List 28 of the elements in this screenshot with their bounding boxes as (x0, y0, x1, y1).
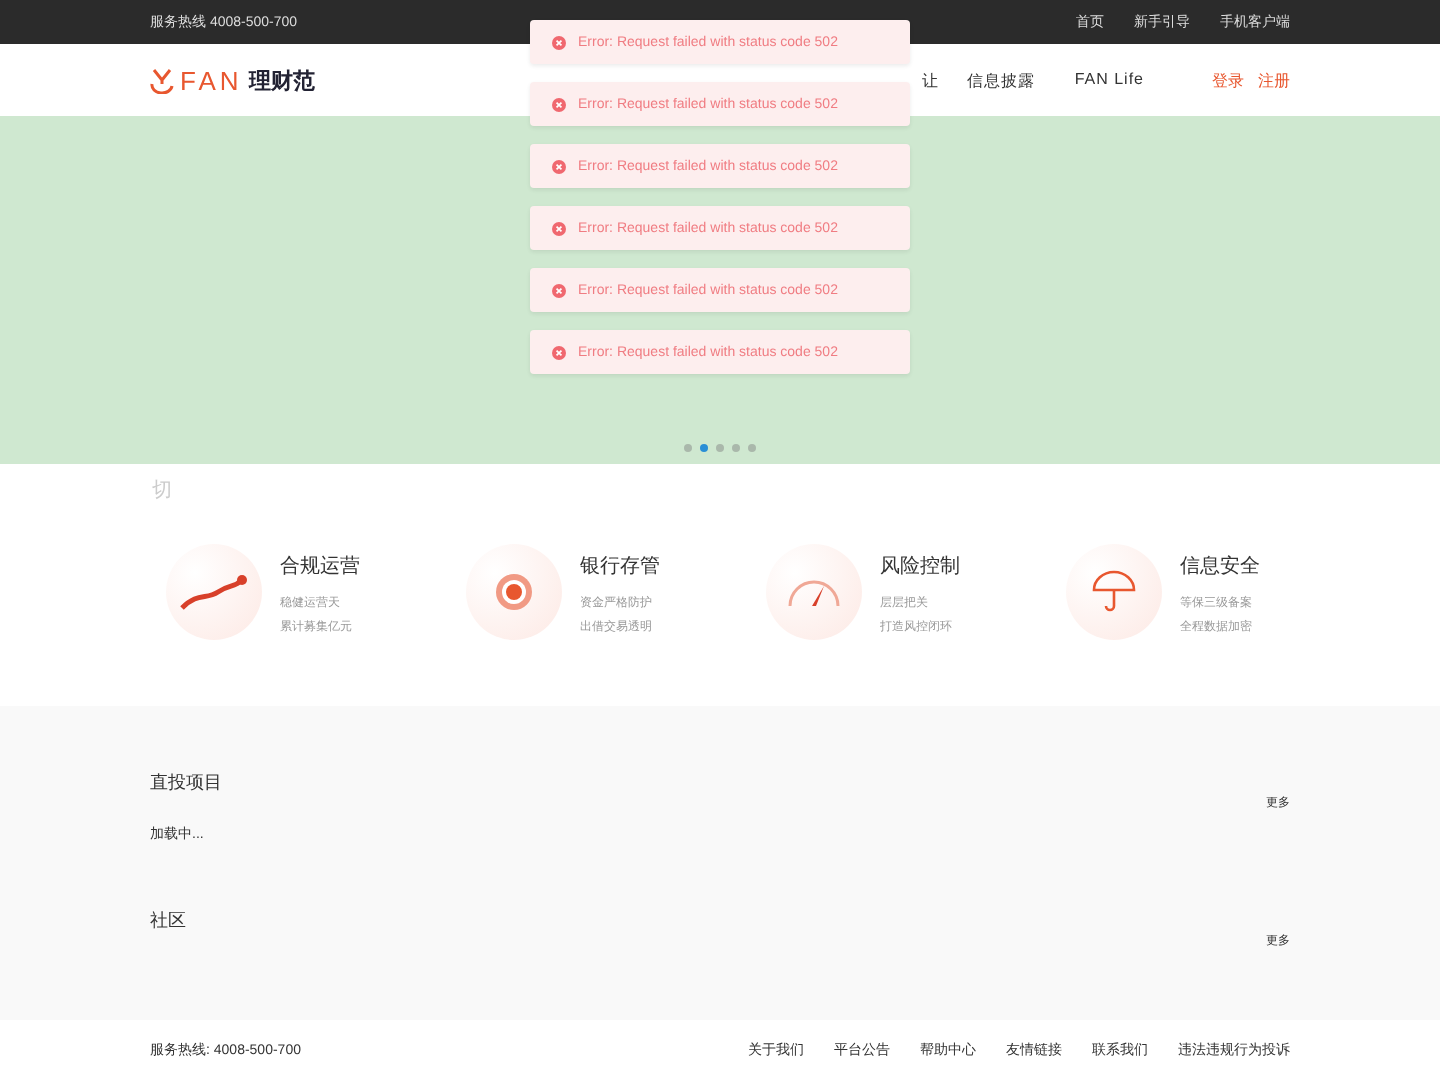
error-icon (552, 221, 566, 235)
feature-title: 合规运营 (280, 553, 360, 580)
nav-link[interactable]: FAN Life (1074, 69, 1144, 91)
carousel-dot[interactable] (748, 444, 756, 452)
nav-link[interactable]: 信息披露 (966, 69, 1035, 91)
feature-title: 信息安全 (1180, 553, 1260, 580)
auth-link[interactable]: 注册 (1258, 69, 1290, 91)
error-icon (552, 283, 566, 297)
carousel-dot[interactable] (732, 444, 740, 452)
carousel-dot[interactable] (684, 444, 692, 452)
auth-link[interactable]: 登录 (1212, 69, 1244, 91)
error-icon (552, 159, 566, 173)
trend-line-icon (178, 572, 250, 612)
logo-text: FAN (180, 65, 243, 95)
carousel-dot[interactable] (716, 444, 724, 452)
umbrella-icon (1092, 570, 1136, 614)
error-icon (552, 35, 566, 49)
error-icon (552, 97, 566, 111)
gauge-icon (786, 576, 842, 608)
error-icon (552, 345, 566, 359)
section-title: 社区 (150, 908, 188, 934)
feature-title: 银行存管 (580, 554, 660, 580)
nav-link[interactable]: 让 (921, 69, 939, 91)
logo-icon (150, 67, 174, 93)
logo-subtitle: 理财范 (248, 67, 315, 95)
feature-title: 风险控制 (880, 553, 960, 580)
carousel-dot[interactable] (700, 444, 708, 452)
section-title: 直投项目 (150, 770, 224, 796)
